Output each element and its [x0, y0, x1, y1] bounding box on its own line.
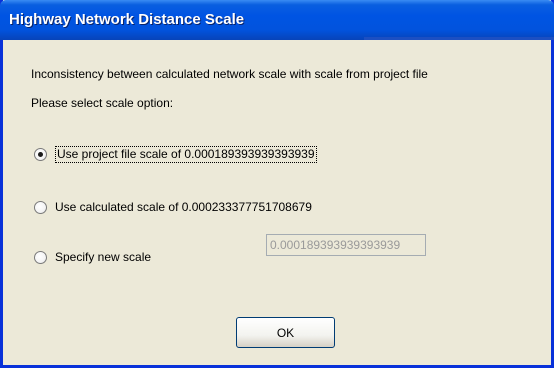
- radio-button[interactable]: [34, 250, 47, 264]
- dialog-window: Highway Network Distance Scale Inconsist…: [0, 0, 554, 368]
- title-bar-accent: [364, 37, 554, 40]
- radio-button-checked[interactable]: [34, 147, 47, 161]
- radio-label-new-scale: Specify new scale: [55, 250, 152, 264]
- select-option-prompt: Please select scale option:: [31, 96, 174, 110]
- new-scale-input[interactable]: 0.000189393939393939: [266, 234, 426, 256]
- radio-button[interactable]: [34, 200, 47, 214]
- radio-specify-new-scale[interactable]: Specify new scale: [34, 248, 151, 266]
- radio-label-project-scale: Use project file scale of 0.000189393939…: [55, 145, 317, 163]
- ok-button[interactable]: OK: [236, 317, 335, 348]
- inconsistency-message: Inconsistency between calculated network…: [31, 67, 428, 81]
- ok-button-label: OK: [276, 325, 295, 340]
- title-bar[interactable]: Highway Network Distance Scale: [0, 0, 554, 40]
- radio-label-calculated-scale: Use calculated scale of 0.00023337775170…: [55, 200, 312, 214]
- radio-use-project-scale[interactable]: Use project file scale of 0.000189393939…: [34, 145, 317, 163]
- radio-use-calculated-scale[interactable]: Use calculated scale of 0.00023337775170…: [34, 198, 312, 216]
- window-title: Highway Network Distance Scale: [9, 11, 245, 28]
